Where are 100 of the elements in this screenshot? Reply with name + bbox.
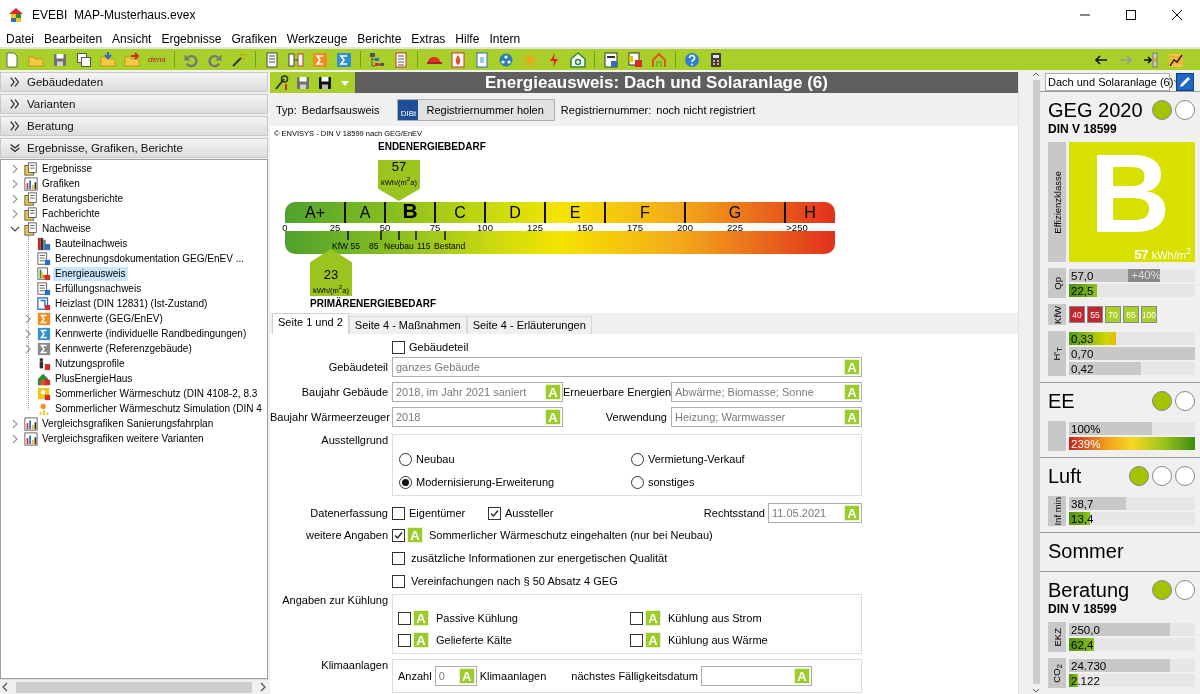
form-label: nächstes Fälligkeitsdatum [571, 670, 698, 682]
input-field[interactable]: 0 A [434, 666, 477, 686]
tree-item[interactable]: Energieausweis [53, 266, 128, 281]
scrollbar-thumb[interactable] [16, 681, 252, 693]
close-button[interactable] [1169, 7, 1185, 23]
scrollbar-thumb[interactable] [1032, 80, 1040, 684]
scale-heading: PRIMÄRENERGIEBEDARF [310, 298, 437, 309]
menu-item[interactable]: Hilfe [449, 31, 484, 46]
register-value: noch nicht registriert [656, 104, 756, 116]
letter-badge: A [844, 409, 860, 425]
radio-button[interactable] [399, 452, 412, 466]
save-icon[interactable] [317, 74, 333, 91]
menu-item[interactable]: Extras [405, 31, 450, 46]
input-field[interactable]: Heizung; Warmwasser A [671, 407, 862, 427]
tree-item[interactable]: Berechnungsdokumentation GEG/EnEV ... [53, 251, 246, 266]
tree-item[interactable]: Sommerlicher Wärmeschutz Simulation (DIN 4 [53, 401, 264, 416]
report-icon[interactable] [602, 51, 619, 68]
document-icon[interactable] [263, 51, 280, 68]
radio-button[interactable] [631, 452, 644, 466]
arrow-to-bar-icon[interactable] [1143, 51, 1159, 68]
menu-item[interactable]: Ansicht [106, 31, 156, 46]
checkbox[interactable] [392, 506, 405, 520]
scroll-up-icon[interactable] [1032, 70, 1040, 78]
register-button[interactable]: DIBt Registriernummer holen [397, 99, 555, 121]
radio-button[interactable] [399, 475, 412, 489]
checkbox[interactable] [630, 633, 643, 647]
tree-item[interactable]: Heizlast (DIN 12831) (Ist-Zustand) [53, 296, 210, 311]
radio-button[interactable] [631, 475, 644, 489]
tree-item[interactable]: Bauteilnachweis [53, 236, 130, 251]
document-icon[interactable] [4, 51, 20, 68]
list-icon[interactable] [392, 51, 409, 68]
checkbox[interactable] [392, 340, 405, 354]
dena-logo[interactable]: dena [148, 55, 166, 64]
line-chart-icon[interactable] [1168, 51, 1184, 68]
checkbox[interactable] [392, 528, 405, 542]
checkbox[interactable] [398, 633, 411, 647]
hierarchy-icon[interactable] [368, 51, 385, 68]
tab[interactable]: Seite 1 und 2 [272, 313, 349, 334]
scroll-down-icon[interactable] [1032, 686, 1040, 694]
copy-icon[interactable] [76, 51, 92, 68]
network-icon[interactable] [497, 51, 514, 68]
accordion-header[interactable]: Gebäudedaten [0, 72, 268, 92]
menu-item[interactable]: Werkzeuge [280, 31, 352, 46]
import-icon[interactable] [100, 51, 116, 68]
compare-icon[interactable] [287, 51, 304, 68]
document-icon[interactable] [473, 51, 490, 68]
help-icon[interactable] [683, 51, 700, 68]
accordion-header[interactable]: Varianten [0, 94, 268, 114]
tree-item[interactable]: Kennwerte (individuelle Randbedingungen) [53, 326, 249, 341]
wand-icon[interactable] [230, 51, 247, 68]
accordion-header[interactable]: Beratung [0, 116, 268, 136]
letter-badge: A [844, 359, 860, 375]
tree-item[interactable]: Kennwerte (Referenzgebäude) [53, 341, 194, 356]
tree-item[interactable]: Nachweise [40, 221, 93, 236]
tree-item[interactable]: Vergleichsgrafiken Sanierungsfahrplan [40, 416, 216, 431]
tree-item[interactable]: PlusEnergieHaus [53, 371, 135, 386]
tree-item[interactable]: Ergebnisse [40, 161, 95, 176]
accordion-header[interactable]: Ergebnisse, Grafiken, Berichte [0, 138, 268, 158]
tree-item[interactable]: Kennwerte (GEG/EnEV) [53, 311, 165, 326]
checkbox[interactable] [398, 611, 411, 625]
tree-item[interactable]: Fachberichte [40, 206, 102, 221]
input-field[interactable]: Abwärme; Biomasse; Sonne A [671, 382, 862, 402]
input-field[interactable]: ganzes Gebäude A [392, 357, 862, 377]
tree-item[interactable]: Nutzungsprofile [53, 356, 127, 371]
tab[interactable]: Seite 4 - Maßnahmen [348, 316, 467, 334]
checkbox[interactable] [630, 611, 643, 625]
house-icon [37, 371, 51, 386]
maximize-button[interactable] [1123, 7, 1139, 23]
tree-item[interactable]: Grafiken [40, 176, 82, 191]
input-field[interactable]: 2018 A [392, 407, 563, 427]
menu-item[interactable]: Intern [483, 31, 525, 46]
export-icon[interactable] [124, 51, 140, 68]
checkbox[interactable] [392, 551, 405, 565]
menu-item[interactable]: Berichte [351, 31, 406, 46]
flame-icon[interactable] [449, 51, 466, 68]
axis-label: Inf min [1051, 496, 1063, 526]
kfw-level-box: 100 [1141, 306, 1157, 323]
input-field[interactable]: 2018, im Jahr 2021 saniert A [392, 382, 563, 402]
tree-item[interactable]: Erfüllungsnachweis [53, 281, 144, 296]
tab[interactable]: Seite 4 - Erläuterungen [466, 316, 592, 334]
tree-item[interactable]: Sommerlicher Wärmeschutz (DIN 4108-2, 8.3 [53, 386, 260, 401]
sigma-icon[interactable] [335, 51, 352, 68]
input-field[interactable]: 11.05.2021 A [768, 503, 862, 523]
menu-item[interactable]: Ergebnisse [155, 31, 226, 46]
menu-item[interactable]: Grafiken [225, 31, 281, 46]
letter-badge: A [844, 384, 860, 400]
pdf-icon[interactable] [626, 51, 643, 68]
tools-icon[interactable] [273, 74, 289, 91]
menu-item[interactable]: Bearbeiten [38, 31, 107, 46]
checkbox[interactable] [488, 506, 501, 520]
tree-item[interactable]: Beratungsberichte [40, 191, 126, 206]
menu-item[interactable]: Datei [0, 31, 38, 46]
letter-badge: A [844, 505, 860, 521]
edit-button[interactable] [1176, 73, 1194, 91]
house-icon[interactable] [569, 51, 586, 68]
bar-value: 62,4 [1070, 639, 1094, 651]
sigma-icon[interactable] [311, 51, 328, 68]
checkbox-label: Kühlung aus Wärme [668, 634, 768, 646]
tree-item[interactable]: Vergleichsgrafiken weitere Varianten [40, 431, 206, 446]
checkbox[interactable] [392, 574, 405, 588]
